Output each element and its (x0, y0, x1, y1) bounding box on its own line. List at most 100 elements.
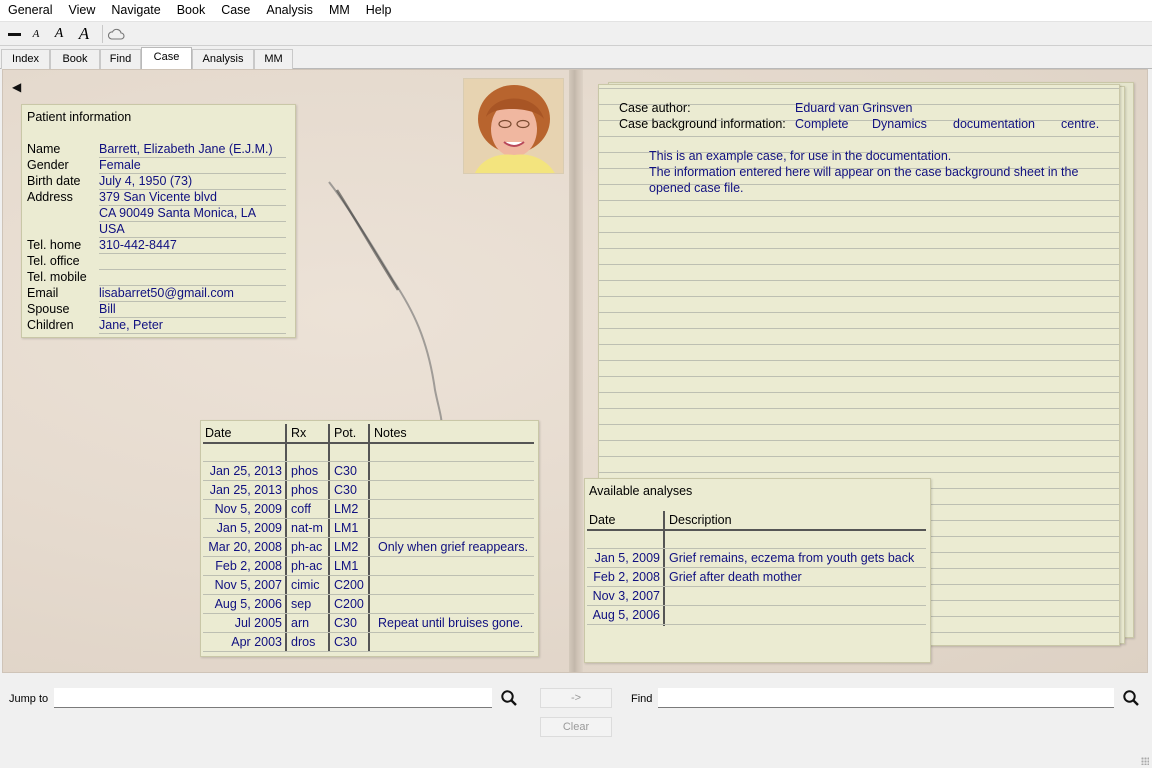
rx-header-notes[interactable]: Notes (374, 426, 407, 440)
find-input[interactable] (658, 688, 1114, 708)
analyses-header-description[interactable]: Description (669, 513, 732, 527)
rx-notes[interactable]: Repeat until bruises gone. (378, 616, 523, 630)
address-line3-value[interactable]: USA (99, 222, 125, 236)
rx-potency[interactable]: LM1 (334, 559, 358, 573)
gender-label: Gender (27, 158, 69, 172)
menu-navigate[interactable]: Navigate (103, 0, 168, 21)
back-arrow-icon[interactable]: ◀ (12, 80, 21, 94)
field-underline (99, 301, 286, 302)
font-large-button[interactable]: A (72, 22, 96, 46)
analysis-date[interactable]: Feb 2, 2008 (587, 570, 660, 584)
analysis-description[interactable]: Grief after death mother (669, 570, 802, 584)
rx-header-rx[interactable]: Rx (291, 426, 306, 440)
tab-find[interactable]: Find (100, 49, 141, 69)
rx-potency[interactable]: LM1 (334, 521, 358, 535)
menu-general[interactable]: General (0, 0, 60, 21)
font-medium-button[interactable]: A (48, 22, 70, 46)
tel-home-value[interactable]: 310-442-8447 (99, 238, 177, 252)
rx-potency[interactable]: C30 (334, 483, 357, 497)
rx-date[interactable]: Apr 2003 (203, 635, 282, 649)
case-notes-line[interactable]: The information entered here will appear… (649, 165, 1078, 179)
case-background-word[interactable]: Dynamics (872, 117, 927, 131)
rx-date[interactable]: Jan 5, 2009 (203, 521, 282, 535)
rx-potency[interactable]: C30 (334, 464, 357, 478)
address-line2-value[interactable]: CA 90049 Santa Monica, LA (99, 206, 256, 220)
rx-header-date[interactable]: Date (205, 426, 231, 440)
analysis-date[interactable]: Aug 5, 2006 (587, 608, 660, 622)
rx-remedy[interactable]: dros (291, 635, 315, 649)
tab-bar: Index Book Find Case Analysis MM (0, 47, 1152, 69)
analysis-description[interactable]: Grief remains, eczema from youth gets ba… (669, 551, 914, 565)
tab-index[interactable]: Index (1, 49, 50, 69)
rx-potency[interactable]: C30 (334, 635, 357, 649)
case-background-word[interactable]: documentation (953, 117, 1035, 131)
case-background-word[interactable]: Complete (795, 117, 849, 131)
rx-column-divider (328, 424, 330, 652)
rx-column-divider (368, 424, 370, 652)
rx-date[interactable]: Nov 5, 2007 (203, 578, 282, 592)
tab-mm[interactable]: MM (254, 49, 293, 69)
rx-remedy[interactable]: nat-m (291, 521, 323, 535)
rx-remedy[interactable]: cimic (291, 578, 319, 592)
rx-header-potency[interactable]: Pot. (334, 426, 356, 440)
rx-date[interactable]: Mar 20, 2008 (203, 540, 282, 554)
rx-potency[interactable]: LM2 (334, 502, 358, 516)
menu-mm[interactable]: MM (321, 0, 358, 21)
rx-date[interactable]: Aug 5, 2006 (203, 597, 282, 611)
menu-help[interactable]: Help (358, 0, 400, 21)
rx-remedy[interactable]: sep (291, 597, 311, 611)
rx-remedy[interactable]: arn (291, 616, 309, 630)
rx-potency[interactable]: LM2 (334, 540, 358, 554)
analyses-header-date[interactable]: Date (589, 513, 615, 527)
resize-grip-icon[interactable] (1141, 757, 1149, 765)
clear-button[interactable]: Clear (540, 717, 612, 737)
menu-case[interactable]: Case (213, 0, 258, 21)
menu-book[interactable]: Book (169, 0, 214, 21)
rx-date[interactable]: Jan 25, 2013 (203, 483, 282, 497)
rx-notes[interactable]: Only when grief reappears. (378, 540, 528, 554)
analysis-date[interactable]: Nov 3, 2007 (587, 589, 660, 603)
find-search-icon[interactable] (1121, 688, 1141, 708)
rx-remedy[interactable]: coff (291, 502, 311, 516)
case-notes-line[interactable]: opened case file. (649, 181, 744, 195)
spouse-value[interactable]: Bill (99, 302, 116, 316)
children-value[interactable]: Jane, Peter (99, 318, 163, 332)
case-notes-line[interactable]: This is an example case, for use in the … (649, 149, 951, 163)
cloud-icon[interactable] (106, 22, 126, 46)
address-line1-value[interactable]: 379 San Vicente blvd (99, 190, 217, 204)
case-author-value[interactable]: Eduard van Grinsven (795, 101, 912, 115)
paper-texture (328, 181, 443, 429)
jump-to-input[interactable] (54, 688, 492, 708)
menu-analysis[interactable]: Analysis (258, 0, 321, 21)
go-button[interactable]: -> (540, 688, 612, 708)
children-label: Children (27, 318, 74, 332)
rx-remedy[interactable]: phos (291, 483, 318, 497)
jump-search-icon[interactable] (499, 688, 519, 708)
rx-potency[interactable]: C30 (334, 616, 357, 630)
analysis-date[interactable]: Jan 5, 2009 (587, 551, 660, 565)
rx-remedy[interactable]: phos (291, 464, 318, 478)
name-value[interactable]: Barrett, Elizabeth Jane (E.J.M.) (99, 142, 273, 156)
gender-value[interactable]: Female (99, 158, 141, 172)
tab-book[interactable]: Book (50, 49, 100, 69)
tab-analysis[interactable]: Analysis (192, 49, 254, 69)
patient-photo[interactable] (463, 78, 564, 174)
rx-remedy[interactable]: ph-ac (291, 540, 322, 554)
birth-date-value[interactable]: July 4, 1950 (73) (99, 174, 192, 188)
minus-icon[interactable] (3, 22, 25, 46)
rx-potency[interactable]: C200 (334, 578, 364, 592)
rx-date[interactable]: Jan 25, 2013 (203, 464, 282, 478)
toolbar-divider (102, 25, 103, 43)
rx-date[interactable]: Feb 2, 2008 (203, 559, 282, 573)
tab-case[interactable]: Case (141, 47, 192, 69)
rx-date[interactable]: Nov 5, 2009 (203, 502, 282, 516)
toolbar: A A A (0, 21, 1152, 46)
rx-row-rule (203, 575, 534, 576)
menu-view[interactable]: View (60, 0, 103, 21)
font-small-button[interactable]: A (27, 22, 45, 46)
email-value[interactable]: lisabarret50@gmail.com (99, 286, 234, 300)
rx-date[interactable]: Jul 2005 (203, 616, 282, 630)
case-background-word[interactable]: centre. (1061, 117, 1099, 131)
rx-remedy[interactable]: ph-ac (291, 559, 322, 573)
rx-potency[interactable]: C200 (334, 597, 364, 611)
